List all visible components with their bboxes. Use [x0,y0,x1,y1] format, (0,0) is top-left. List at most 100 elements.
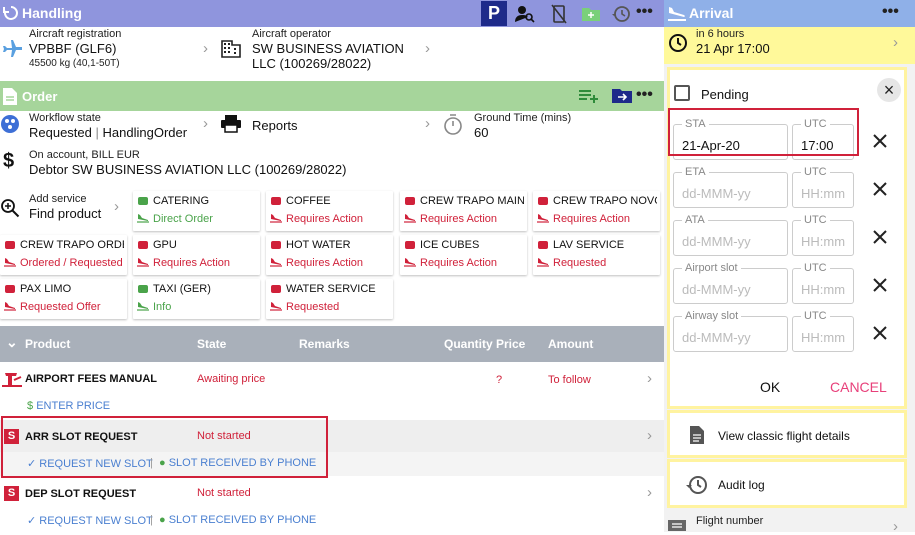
airport-slot-time-input[interactable]: UTC HH:mm [792,262,854,304]
table-row[interactable]: AIRPORT FEES MANUAL Awaiting price ? To … [0,362,664,420]
action-separator: | [150,514,153,526]
chevron-right-icon[interactable]: › [114,198,119,215]
workflow-type: HandlingOrder [102,125,188,140]
document-icon [689,425,705,445]
ok-button[interactable]: OK [760,379,780,395]
ata-date-input[interactable]: ATA dd-MMM-yy [673,214,788,256]
arrival-header: Arrival ••• [664,0,915,27]
service-card[interactable]: COFFEE Requires Action [266,191,393,231]
chevron-right-icon[interactable]: › [893,34,898,51]
plane-landing-icon [537,213,549,223]
clear-icon[interactable] [872,229,892,249]
close-icon[interactable]: × [877,78,901,102]
history-icon[interactable] [608,1,634,26]
service-card[interactable]: TAXI (GER) Info [133,279,260,319]
plane-landing-icon [137,257,149,267]
clear-icon[interactable] [872,325,892,345]
no-device-icon[interactable] [546,1,572,26]
eta-summary[interactable]: in 6 hours 21 Apr 17:00 › [664,27,915,64]
col-amount[interactable]: Amount [548,337,593,351]
slot-received-phone-button[interactable]: ● SLOT RECEIVED BY PHONE [159,514,316,526]
pending-checkbox[interactable] [674,85,690,101]
service-card[interactable]: CREW TRAPO ORDER Ordered / Requested [0,235,127,275]
chevron-right-icon[interactable]: › [893,518,898,535]
service-name: CREW TRAPO NOVO... [553,195,657,207]
more-icon[interactable]: ••• [636,86,653,104]
debtor[interactable]: Debtor SW BUSINESS AVIATION LLC (100269/… [29,162,346,177]
col-state[interactable]: State [197,337,226,351]
workflow-separator: | [95,125,99,140]
col-quantity[interactable]: Quantity [444,337,493,351]
col-remarks[interactable]: Remarks [299,337,350,351]
service-icon [404,239,416,251]
clock-icon [668,33,688,53]
service-icon [404,195,416,207]
service-card[interactable]: WATER SERVICE Requested [266,279,393,319]
audit-log-item[interactable]: Audit log [667,459,907,508]
chevron-right-icon[interactable]: › [647,370,652,387]
find-product-link[interactable]: Find product [29,206,101,221]
refresh-icon[interactable] [3,5,19,21]
plane-landing-icon [4,301,16,311]
person-search-icon[interactable] [512,1,538,26]
airport-slot-date-input[interactable]: Airport slot dd-MMM-yy [673,262,788,304]
request-new-slot-button[interactable]: ✓ REQUEST NEW SLOT [27,514,153,527]
service-card[interactable]: PAX LIMO Requested Offer [0,279,127,319]
service-icon [270,195,282,207]
enter-price-button[interactable]: $ ENTER PRICE [27,400,110,412]
service-card[interactable]: ICE CUBES Requires Action [400,235,527,275]
cancel-button[interactable]: CANCEL [830,379,887,395]
chevron-right-icon[interactable]: › [647,484,652,501]
ata-time-input[interactable]: UTC HH:mm [792,214,854,256]
chevron-right-icon[interactable]: › [203,40,208,57]
aircraft-registration[interactable]: VPBBF (GLF6) [29,41,116,56]
service-card[interactable]: LAV SERVICE Requested [533,235,660,275]
service-card[interactable]: CREW TRAPO NOVO... Requires Action [533,191,660,231]
workflow-state[interactable]: Requested | HandlingOrder [29,125,187,140]
col-price[interactable]: Price [496,337,525,351]
reports-link[interactable]: Reports [252,118,298,133]
add-service-label: Add service [29,193,87,205]
aircraft-operator-line1[interactable]: SW BUSINESS AVIATION [252,41,404,56]
service-card[interactable]: CREW TRAPO MAIN ... Requires Action [400,191,527,231]
airway-slot-date-input[interactable]: Airway slot dd-MMM-yy [673,310,788,352]
folder-move-icon[interactable] [611,87,633,104]
printer-icon [220,115,242,133]
clear-icon[interactable] [872,133,892,153]
service-name: WATER SERVICE [286,283,376,295]
eta-date-input[interactable]: ETA dd-MMM-yy [673,166,788,208]
order-header: Order ••• [0,81,664,111]
chevron-right-icon[interactable]: › [647,427,652,444]
playlist-add-icon[interactable] [578,88,600,104]
view-classic-details-item[interactable]: View classic flight details [667,410,907,458]
highlight-box [668,108,859,156]
aircraft-operator-line2[interactable]: LLC (100269/28022) [252,56,371,71]
chevron-right-icon[interactable]: › [203,115,208,132]
audit-log-label: Audit log [718,478,765,492]
field-value: dd-MMM-yy [682,186,751,201]
eta-time-input[interactable]: UTC HH:mm [792,166,854,208]
service-name: COFFEE [286,195,331,207]
folder-add-icon[interactable] [578,1,604,26]
col-product[interactable]: Product [25,337,70,351]
table-row[interactable]: S DEP SLOT REQUEST Not started › ✓ REQUE… [0,478,664,532]
order-title: Order [22,89,58,104]
more-icon[interactable]: ••• [882,3,899,21]
service-card[interactable]: CATERING Direct Order [133,191,260,231]
service-name: GPU [153,239,177,251]
field-value: dd-MMM-yy [682,330,751,345]
chevron-right-icon[interactable]: › [425,40,430,57]
service-card[interactable]: GPU Requires Action [133,235,260,275]
field-label: UTC [801,310,830,322]
service-card[interactable]: HOT WATER Requires Action [266,235,393,275]
parking-icon[interactable]: P [481,1,507,26]
search-plus-icon[interactable] [0,198,20,218]
airway-slot-time-input[interactable]: UTC HH:mm [792,310,854,352]
more-icon[interactable]: ••• [636,3,653,21]
service-status: Requires Action [286,213,364,225]
chevron-down-icon[interactable]: ⌄ [6,334,18,351]
clear-icon[interactable] [872,277,892,297]
chevron-right-icon[interactable]: › [425,115,430,132]
clear-icon[interactable] [872,181,892,201]
plane-landing-icon [270,257,282,267]
